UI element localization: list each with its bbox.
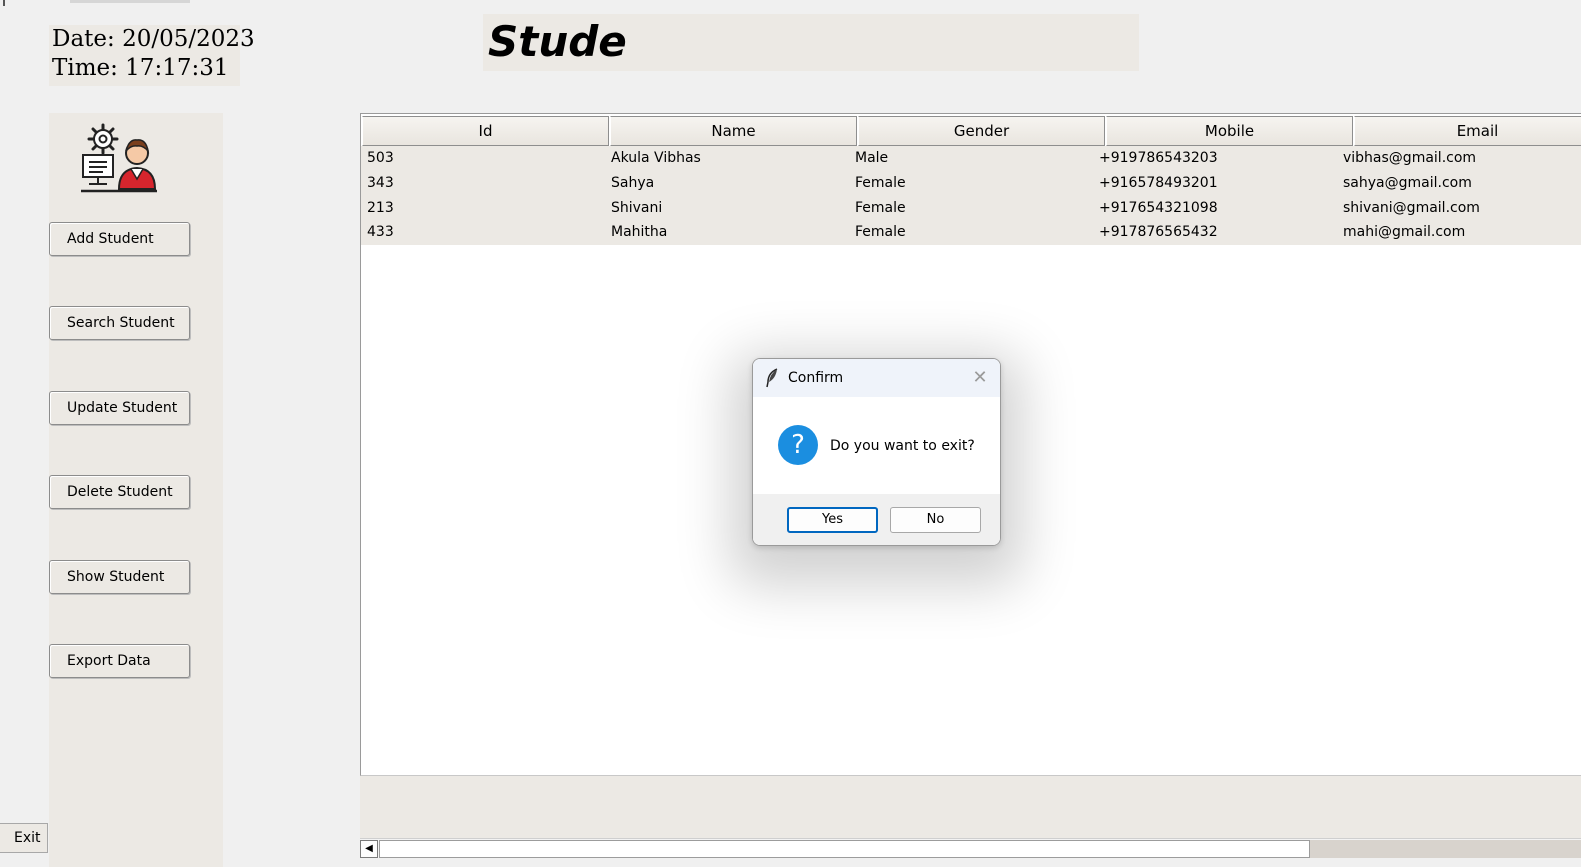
close-icon[interactable]: ✕ [969, 367, 991, 389]
confirm-dialog: Confirm ✕ ? Do you want to exit? Yes No [752, 358, 1001, 546]
sidebar: Add Student Search Student Update Studen… [49, 113, 223, 867]
scrollbar-track[interactable] [379, 840, 1310, 858]
table-row[interactable]: 343 Sahya Female +916578493201 sahya@gma… [361, 171, 1581, 196]
feather-icon [766, 368, 778, 388]
cell-id: 213 [367, 199, 394, 216]
cell-email: shivani@gmail.com [1343, 199, 1480, 216]
table-body: 503 Akula Vibhas Male +919786543203 vibh… [361, 146, 1581, 245]
no-button[interactable]: No [890, 507, 981, 533]
column-header-mobile[interactable]: Mobile [1106, 116, 1353, 146]
column-header-name[interactable]: Name [610, 116, 857, 146]
app-heading: Stude [483, 14, 1139, 71]
horizontal-scrollbar[interactable]: ◀ [360, 838, 1581, 858]
datetime-panel: Date: 20/05/2023 Time: 17:17:31 [49, 25, 255, 86]
exit-button[interactable]: Exit [0, 823, 48, 853]
cell-name: Akula Vibhas [611, 150, 701, 166]
table-footer-area [360, 776, 1581, 838]
column-header-email[interactable]: Email [1354, 116, 1581, 146]
yes-button[interactable]: Yes [787, 507, 878, 533]
cell-gender: Male [855, 150, 889, 166]
cell-mobile: +919786543203 [1099, 150, 1218, 166]
table-row[interactable]: 433 Mahitha Female +917876565432 mahi@gm… [361, 220, 1581, 245]
cell-id: 503 [367, 150, 394, 166]
dialog-title: Confirm [788, 370, 844, 386]
column-header-gender[interactable]: Gender [858, 116, 1105, 146]
cell-id: 343 [367, 174, 394, 191]
dialog-message: Do you want to exit? [830, 438, 975, 454]
cell-name: Mahitha [611, 224, 668, 241]
table-header: Id Name Gender Mobile Email [362, 116, 1581, 146]
cell-email: mahi@gmail.com [1343, 224, 1466, 241]
table-row[interactable]: 213 Shivani Female +917654321098 shivani… [361, 196, 1581, 221]
cell-gender: Female [855, 224, 906, 241]
cell-gender: Female [855, 174, 906, 191]
admin-logo-icon [81, 123, 157, 193]
question-icon: ? [778, 425, 818, 465]
scrollbar-thumb[interactable] [1310, 840, 1581, 858]
cell-id: 433 [367, 224, 394, 241]
cell-name: Shivani [611, 199, 663, 216]
window-title-fragment [70, 0, 190, 3]
update-student-button[interactable]: Update Student [49, 391, 190, 425]
delete-student-button[interactable]: Delete Student [49, 475, 190, 509]
export-data-button[interactable]: Export Data [49, 644, 190, 678]
cell-mobile: +917654321098 [1099, 199, 1218, 216]
dialog-titlebar: Confirm ✕ [753, 359, 1000, 397]
cell-gender: Female [855, 199, 906, 216]
cell-email: sahya@gmail.com [1343, 174, 1472, 191]
scroll-left-arrow-icon[interactable]: ◀ [360, 840, 378, 858]
cell-mobile: +916578493201 [1099, 174, 1218, 191]
dialog-footer: Yes No [753, 494, 1000, 545]
cell-mobile: +917876565432 [1099, 224, 1218, 241]
column-header-id[interactable]: Id [362, 116, 609, 146]
dialog-body: ? Do you want to exit? [753, 397, 1000, 494]
heading-text: Stude [488, 17, 627, 66]
cell-name: Sahya [611, 174, 655, 191]
search-student-button[interactable]: Search Student [49, 306, 190, 340]
date-label: Date: 20/05/2023 [52, 26, 255, 52]
cell-email: vibhas@gmail.com [1343, 150, 1477, 166]
time-label: Time: 17:17:31 [52, 55, 229, 81]
window-icon-fragment [3, 0, 5, 6]
table-row[interactable]: 503 Akula Vibhas Male +919786543203 vibh… [361, 146, 1581, 171]
show-student-button[interactable]: Show Student [49, 560, 190, 594]
add-student-button[interactable]: Add Student [49, 222, 190, 256]
window-title-strip [0, 0, 200, 6]
